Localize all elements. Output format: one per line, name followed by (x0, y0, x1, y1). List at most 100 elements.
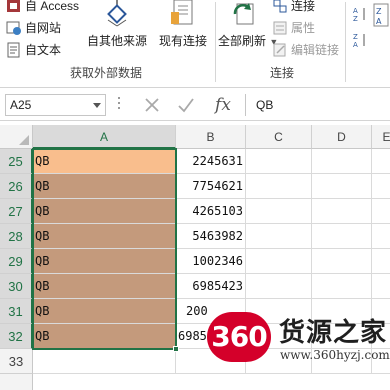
from-other-sources-button[interactable]: 自其他来源 (86, 0, 148, 49)
cell-b28[interactable]: 5463982 (176, 224, 246, 249)
svg-text:A: A (353, 41, 358, 48)
cell-b25[interactable]: 2245631 (176, 149, 246, 174)
cell-a33[interactable] (33, 349, 176, 374)
svg-text:Z: Z (376, 7, 382, 16)
refresh-icon (229, 0, 259, 28)
sort-za-icon: ZA (352, 32, 368, 49)
svg-text:Z: Z (353, 33, 358, 41)
cell-e29[interactable] (372, 249, 390, 274)
cell-e27[interactable] (372, 199, 390, 224)
watermark-title: 货源之家 (279, 318, 388, 348)
row-header[interactable]: 28 (0, 224, 33, 249)
access-icon (6, 0, 22, 14)
sort-za-button[interactable]: ZA (352, 30, 371, 49)
name-box-chevron-down-icon[interactable] (93, 103, 101, 108)
from-text-button[interactable]: 自文本 (6, 40, 61, 59)
row-header[interactable]: 29 (0, 249, 33, 274)
cell-b30[interactable]: 6985423 (176, 274, 246, 299)
row-header[interactable]: 31 (0, 299, 33, 324)
cell-e28[interactable] (372, 224, 390, 249)
ribbon-group-separator (215, 2, 216, 82)
cell-a28[interactable]: QB (33, 224, 176, 249)
cell-d29[interactable] (312, 249, 372, 274)
cell-a30[interactable]: QB (33, 274, 176, 299)
other-sources-label: 自其他来源 (86, 34, 147, 48)
connections-button[interactable]: 连接 (272, 0, 315, 15)
cell-b27[interactable]: 4265103 (176, 199, 246, 224)
sort-az-button[interactable]: AZ (352, 4, 371, 23)
from-text-label: 自文本 (25, 43, 62, 57)
get-external-data-group-label: 获取外部数据 (70, 66, 143, 80)
connections-group-label: 连接 (270, 66, 295, 80)
cell-d25[interactable] (312, 149, 372, 174)
row-header[interactable] (0, 374, 33, 390)
column-header-d[interactable]: D (312, 125, 372, 149)
from-access-button[interactable]: 自 Access (6, 0, 79, 15)
formula-input-value: QB (256, 98, 274, 112)
watermark-logo: 360 货源之家 www.360hyzj.com (207, 310, 390, 368)
cell-c25[interactable] (246, 149, 312, 174)
row-header[interactable]: 25 (0, 149, 33, 174)
row-header[interactable]: 32 (0, 324, 33, 349)
column-header-b[interactable]: B (176, 125, 246, 149)
select-all-triangle-icon (19, 135, 29, 145)
watermark-badge: 360 (207, 312, 271, 362)
cell-e26[interactable] (372, 174, 390, 199)
cell-c28[interactable] (246, 224, 312, 249)
watermark-url: www.360hyzj.com (280, 348, 390, 362)
cell-a32[interactable]: QB (33, 324, 176, 349)
existing-connections-button[interactable]: 现有连接 (156, 0, 210, 49)
cell-a29[interactable]: QB (33, 249, 176, 274)
cell-c26[interactable] (246, 174, 312, 199)
select-all-corner[interactable] (0, 125, 33, 149)
row-header[interactable]: 30 (0, 274, 33, 299)
edit-links-icon (272, 42, 288, 58)
insert-function-label: fx (215, 95, 231, 115)
name-box-value: A25 (10, 98, 32, 112)
column-header-c[interactable]: C (246, 125, 312, 149)
edit-links-button[interactable]: 编辑链接 (272, 40, 339, 59)
properties-button[interactable]: 属性 (272, 18, 315, 37)
cell-e25[interactable] (372, 149, 390, 174)
insert-function-button[interactable]: fx (210, 93, 236, 117)
cell-a25[interactable]: QB (33, 149, 176, 174)
connections-label: 连接 (291, 0, 316, 13)
cell-a31[interactable]: QB (33, 299, 176, 324)
row-header[interactable]: 26 (0, 174, 33, 199)
cell-a27[interactable]: QB (33, 199, 176, 224)
ribbon-group-separator (345, 2, 346, 82)
other-sources-icon (102, 0, 132, 28)
column-header-e[interactable]: E (372, 125, 390, 149)
existing-connections-label: 现有连接 (158, 34, 207, 48)
cell-d27[interactable] (312, 199, 372, 224)
existing-connections-icon (168, 0, 198, 28)
name-box[interactable]: A25 (5, 94, 106, 116)
row-header[interactable]: 33 (0, 349, 33, 374)
ribbon: 自 Access 自网站 自文本 自其他来源 现有连接 获取外部数据 全部刷新 … (0, 0, 390, 88)
from-web-label: 自网站 (25, 21, 62, 35)
text-file-icon (6, 42, 22, 58)
cell-c30[interactable] (246, 274, 312, 299)
cell-c29[interactable] (246, 249, 312, 274)
sort-icon: ZA (372, 0, 390, 30)
fill-handle[interactable] (173, 346, 179, 352)
cell-b26[interactable]: 7754621 (176, 174, 246, 199)
cell-a26[interactable]: QB (33, 174, 176, 199)
properties-label: 属性 (291, 21, 316, 35)
cell-d30[interactable] (312, 274, 372, 299)
column-header-a[interactable]: A (33, 125, 176, 149)
cell-c27[interactable] (246, 199, 312, 224)
formula-bar-grip-icon[interactable] (117, 97, 121, 113)
from-web-button[interactable]: 自网站 (6, 18, 61, 37)
cancel-formula-icon[interactable] (140, 93, 164, 117)
cell-e30[interactable] (372, 274, 390, 299)
enter-formula-icon[interactable] (174, 93, 198, 117)
cell-d26[interactable] (312, 174, 372, 199)
refresh-all-label: 全部刷新 (218, 34, 267, 48)
row-header[interactable]: 27 (0, 199, 33, 224)
refresh-all-button[interactable]: 全部刷新 ▼ (218, 0, 278, 49)
cell-b29[interactable]: 1002346 (176, 249, 246, 274)
formula-input[interactable]: QB (245, 94, 390, 116)
sort-button[interactable]: ZA (372, 0, 390, 34)
cell-d28[interactable] (312, 224, 372, 249)
